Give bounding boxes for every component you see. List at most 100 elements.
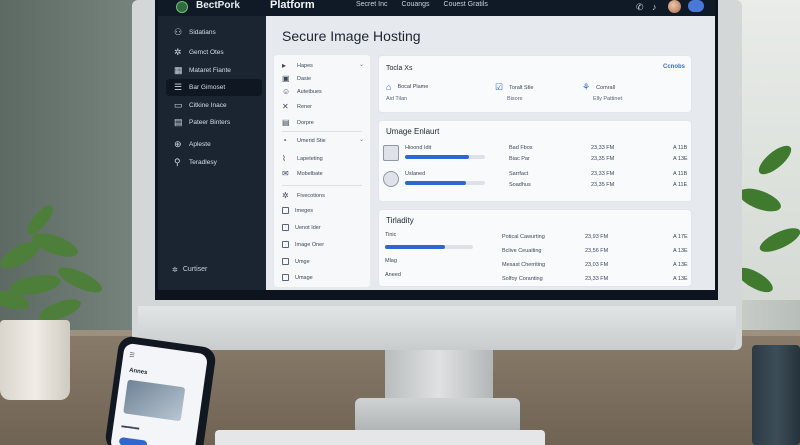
- shield-logo-icon: [176, 1, 188, 13]
- subnav-item-fivecotions[interactable]: ✲ Fivecotions: [282, 191, 325, 200]
- top-nav-item[interactable]: Couangs: [402, 1, 430, 8]
- file-unit: A 11B: [673, 145, 688, 151]
- card-title: Tocla Xs: [386, 65, 413, 72]
- share-icon: ⚘: [582, 82, 591, 92]
- top-nav-item[interactable]: Secret Inc: [356, 1, 388, 8]
- activity-row-size: 23,03 FM: [585, 262, 609, 268]
- subnav-item-umerid-stie[interactable]: ◔ Umerid Stie: [282, 136, 326, 145]
- file-unit: A 13E: [673, 156, 688, 162]
- sidebar-item-pateer-binters[interactable]: ▤ Pateer Binters: [166, 114, 262, 131]
- subnav-item-hapes[interactable]: ▸ Hapes: [282, 61, 313, 70]
- avatar[interactable]: [668, 0, 681, 13]
- activity-label: Mlag: [385, 258, 397, 264]
- subnav-item-autetbues[interactable]: ☺ Autetbues: [282, 87, 322, 96]
- sidebar-item-mataret-fiante[interactable]: ▦ Mataret Fiante: [166, 62, 262, 79]
- sidebar-item-label: Pateer Binters: [189, 119, 231, 126]
- folder-icon: ▸: [282, 61, 287, 70]
- monitor-icon: ▭: [174, 100, 183, 110]
- subnav-item-dorpre[interactable]: ▤ Dorpre: [282, 118, 314, 127]
- page-title: Secure Image Hosting: [282, 28, 421, 44]
- progress-track: [405, 155, 485, 159]
- sidebar-item-citkine-inace[interactable]: ▭ Citkine Inace: [166, 97, 262, 114]
- chevron-down-icon[interactable]: ⌄: [359, 61, 364, 68]
- subnav-item-label: Umge: [295, 258, 310, 265]
- chevron-down-icon[interactable]: ⌄: [359, 136, 364, 143]
- bell-icon[interactable]: ♪: [652, 2, 657, 12]
- subnav-item-label: Lapeteting: [297, 155, 323, 162]
- sidebar-item-label: Teradlesy: [189, 159, 217, 166]
- document-icon: ▤: [282, 118, 290, 127]
- activity-row-size: 23,93 FM: [585, 234, 609, 240]
- file-unit: A 11E: [673, 182, 688, 188]
- file-row[interactable]: Uslaned Sarrfact Soadhus 23,33 FM 23,35 …: [379, 171, 693, 195]
- activity-row-label: Solfoy Coranting: [502, 276, 543, 282]
- right-plant: [737, 145, 800, 293]
- subnav-item-image-oner[interactable]: Image Oner: [282, 241, 324, 248]
- phone-title: Annes: [128, 367, 148, 377]
- monitor-stand-neck: [385, 350, 493, 405]
- brand-name: BectPork: [196, 0, 240, 11]
- left-plant: [0, 205, 103, 321]
- sidebar-item-label: Mataret Fiante: [189, 67, 231, 74]
- tool-option-local[interactable]: ⌂ Bocal Plame: [386, 82, 428, 92]
- progress-track[interactable]: [385, 245, 473, 249]
- file-unit: A 11B: [673, 171, 688, 177]
- person-icon: ☺: [282, 87, 291, 96]
- checkbox[interactable]: [282, 224, 289, 231]
- keyboard: [215, 430, 545, 445]
- sidebar-footer[interactable]: ✲ Curtiser: [172, 266, 207, 274]
- tool-option-comrall[interactable]: ⚘ Comrall: [582, 82, 615, 93]
- divider: [282, 185, 362, 186]
- menu-toggle-button[interactable]: [688, 0, 704, 12]
- phone-button[interactable]: [118, 436, 148, 445]
- subnav-item-uenot-ider[interactable]: Uenot Ider: [282, 224, 321, 231]
- subnav-item-rener[interactable]: ✕ Rener: [282, 102, 312, 111]
- subnav-item-label: Image Oner: [295, 241, 325, 248]
- tool-option-total[interactable]: ☑ Toralt Stle: [495, 82, 534, 93]
- top-nav-item[interactable]: Couest Gratils: [444, 1, 488, 8]
- subnav-item-label: Umage: [295, 274, 313, 281]
- sidebar-item-gemct-otes[interactable]: ✲ Gemct Otes: [166, 44, 262, 61]
- gear-icon: ✲: [174, 47, 182, 57]
- file-row[interactable]: Hioond Idit Bad Fbos Biac Par 23,33 FM 2…: [379, 145, 693, 169]
- mail-icon: ✉: [282, 169, 289, 178]
- activity-row-size: 23,33 FM: [585, 276, 609, 282]
- phone-icon[interactable]: ✆: [636, 2, 644, 13]
- checkbox[interactable]: [282, 241, 289, 248]
- check-icon: ☑: [495, 82, 504, 92]
- subnav-item-imeges[interactable]: Imeges: [282, 207, 313, 214]
- subnav-item-label: Umerid Stie: [297, 137, 326, 144]
- tool-option-label: Comrall: [596, 84, 616, 91]
- sidebar-item-teradlesy[interactable]: ⚲ Teradlesy: [166, 154, 262, 171]
- subnav-item-mobelbate[interactable]: ✉ Mobelbate: [282, 169, 323, 178]
- file-meta: Soadhus: [509, 182, 531, 188]
- subnav-item-dasie[interactable]: ▣ Dasie: [282, 74, 311, 83]
- menu-icon[interactable]: ☰: [129, 352, 135, 360]
- activity-card: Tirladity Tinic Mlag Aneed Potical Cawur…: [378, 209, 692, 287]
- checkbox[interactable]: [282, 274, 289, 281]
- settings-icon: ✲: [172, 267, 178, 274]
- tools-link[interactable]: Ccnobs: [663, 64, 685, 70]
- sidebar-item-sidatians[interactable]: ⚇ Sidatians: [166, 24, 262, 41]
- sidebar: ⚇ Sidatians ✲ Gemct Otes ▦ Mataret Fiant…: [158, 16, 266, 290]
- tool-option-label: Toralt Stle: [509, 84, 534, 91]
- file-meta: Bad Fbos: [509, 145, 533, 151]
- subnav-item-umge[interactable]: Umge: [282, 258, 310, 265]
- subnav-item-label: Imeges: [295, 207, 314, 214]
- file-meta: Biac Par: [509, 156, 530, 162]
- checkbox[interactable]: [282, 258, 289, 265]
- subnav-item-label: Mobelbate: [297, 170, 323, 177]
- clock-icon: ◔: [282, 136, 287, 145]
- subnav-item-umage[interactable]: Umage: [282, 274, 313, 281]
- platform-title: Platform: [270, 0, 315, 11]
- file-size: 23,35 FM: [591, 156, 615, 162]
- sidebar-item-apleste[interactable]: ⊕ Apleste: [166, 136, 262, 153]
- left-pot: [0, 320, 70, 400]
- sidebar-item-bar-gimoset[interactable]: ☰ Bar Gimoset: [166, 79, 262, 96]
- activity-row-unit: A 13E: [673, 262, 688, 268]
- image-icon: [383, 171, 399, 187]
- subnav-item-lapeteting[interactable]: ⌇ Lapeteting: [282, 154, 323, 163]
- checkbox[interactable]: [282, 207, 289, 214]
- progress-label: Tinic: [385, 232, 397, 238]
- right-pot: [752, 345, 800, 445]
